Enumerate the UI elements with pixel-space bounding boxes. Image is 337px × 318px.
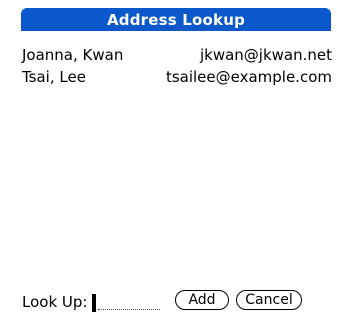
contact-name: Joanna, Kwan xyxy=(22,46,124,64)
address-lookup-screen: Address Lookup Joanna, Kwan jkwan@jkwan.… xyxy=(0,0,337,318)
lookup-input[interactable] xyxy=(98,309,160,310)
page-title: Address Lookup xyxy=(106,10,246,29)
cancel-button[interactable]: Cancel xyxy=(236,290,302,310)
contact-email: jkwan@jkwan.net xyxy=(199,46,332,64)
address-list: Joanna, Kwan jkwan@jkwan.net Tsai, Lee t… xyxy=(22,44,332,88)
title-bar: Address Lookup xyxy=(21,8,331,31)
add-button[interactable]: Add xyxy=(175,290,229,310)
list-item[interactable]: Joanna, Kwan jkwan@jkwan.net xyxy=(22,44,332,66)
contact-email: tsailee@example.com xyxy=(165,68,332,86)
list-item[interactable]: Tsai, Lee tsailee@example.com xyxy=(22,66,332,88)
text-cursor xyxy=(92,294,96,312)
lookup-label: Look Up: xyxy=(22,293,88,311)
contact-name: Tsai, Lee xyxy=(22,68,86,86)
